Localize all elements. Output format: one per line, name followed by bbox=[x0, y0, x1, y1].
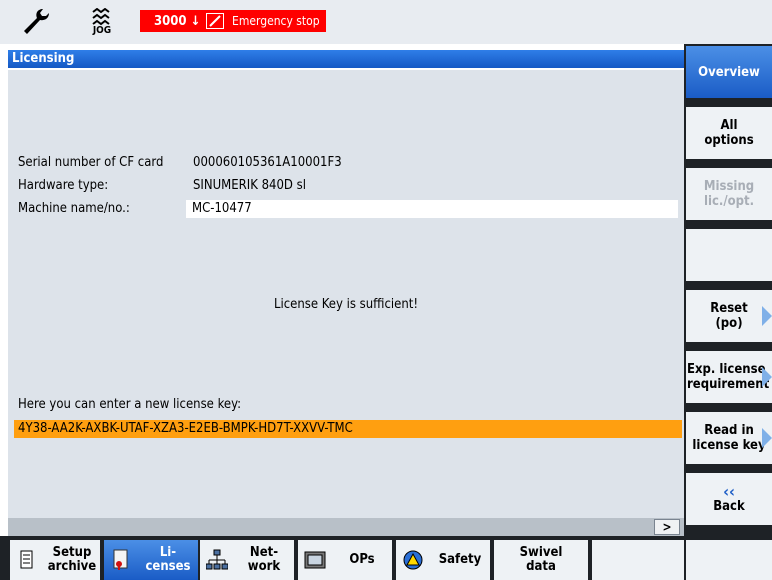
licensing-panel: Serial number of CF card 000060105361A10… bbox=[8, 70, 684, 518]
setup-label-1: Setup bbox=[52, 545, 92, 560]
archive-icon bbox=[16, 549, 38, 571]
licenses-label-1: Li- bbox=[159, 545, 177, 560]
network-icon bbox=[206, 549, 228, 571]
setup-archive-softkey[interactable]: Setup archive bbox=[10, 540, 100, 580]
horizontal-scrollbar[interactable]: > bbox=[8, 518, 684, 536]
status-message: License Key is sufficient! bbox=[273, 297, 419, 312]
alarm-line[interactable]: 3000 ↓ Emergency stop bbox=[140, 10, 480, 32]
reset-label-2: (po) bbox=[715, 316, 743, 331]
licenses-label-2: censes bbox=[145, 559, 191, 574]
machine-row: Machine name/no.: bbox=[18, 200, 188, 218]
operator-panel-icon bbox=[304, 549, 326, 571]
export-label-2: requirement bbox=[687, 377, 770, 392]
setup-label-2: archive bbox=[47, 559, 97, 574]
network-label-1: Net- bbox=[249, 545, 279, 560]
licenses-softkey[interactable]: Li- censes bbox=[104, 540, 198, 580]
safety-icon bbox=[402, 549, 424, 571]
title-bar: Licensing bbox=[8, 50, 684, 68]
license-certificate-icon bbox=[110, 549, 132, 571]
export-license-softkey[interactable]: Exp. license requirement bbox=[686, 351, 772, 403]
read-in-license-softkey[interactable]: Read in license key bbox=[686, 412, 772, 464]
missing-licenses-softkey[interactable]: Missing lic./opt. bbox=[686, 168, 772, 220]
submenu-arrow-icon bbox=[762, 367, 772, 387]
vertical-softkey-bar: Overview All options Missing lic./opt. R… bbox=[684, 44, 772, 536]
mode-label: JOG bbox=[92, 25, 112, 36]
ops-label: OPs bbox=[349, 552, 375, 567]
network-label-2: work bbox=[247, 559, 281, 574]
jog-mode-icon[interactable]: JOG bbox=[72, 2, 132, 42]
serial-value: 000060105361A10001F3 bbox=[193, 155, 342, 170]
safety-label: Safety bbox=[438, 552, 482, 567]
missing-label-1: Missing bbox=[703, 179, 755, 194]
header: JOG 3000 ↓ Emergency stop bbox=[0, 0, 772, 44]
machine-name-field[interactable]: MC-10477 bbox=[186, 200, 678, 218]
missing-label-2: lic./opt. bbox=[703, 194, 755, 209]
acknowledge-icon[interactable] bbox=[206, 13, 225, 29]
ops-softkey[interactable]: OPs bbox=[298, 540, 392, 580]
empty-softkey-4[interactable] bbox=[686, 229, 772, 281]
hardware-value: SINUMERIK 840D sl bbox=[193, 178, 307, 193]
scroll-right-button[interactable]: > bbox=[654, 519, 680, 535]
back-label: Back bbox=[713, 499, 745, 514]
submenu-arrow-icon bbox=[762, 428, 772, 448]
machine-label: Machine name/no.: bbox=[18, 201, 130, 216]
all-options-label-2: options bbox=[704, 133, 754, 148]
hardware-row: Hardware type: SINUMERIK 840D sl bbox=[18, 177, 678, 195]
swivel-label-2: data bbox=[526, 559, 556, 574]
network-softkey[interactable]: Net- work bbox=[200, 540, 294, 580]
swivel-data-softkey[interactable]: Swivel data bbox=[494, 540, 588, 580]
horizontal-softkey-bar: Setup archive Li- censes Net- work OPs S… bbox=[0, 536, 772, 580]
export-label-1: Exp. license bbox=[687, 362, 766, 377]
overview-softkey[interactable]: Overview bbox=[686, 46, 772, 98]
alarm-text: Emergency stop bbox=[232, 10, 326, 32]
empty-softkey-h7[interactable] bbox=[592, 540, 684, 580]
serial-row: Serial number of CF card 000060105361A10… bbox=[18, 154, 678, 172]
overview-label: Overview bbox=[698, 64, 760, 80]
license-key-input[interactable]: 4Y38-AA2K-AXBK-UTAF-XZA3-E2EB-BMPK-HD7T-… bbox=[14, 420, 682, 438]
new-key-label: Here you can enter a new license key: bbox=[18, 397, 242, 412]
wrench-icon[interactable] bbox=[10, 2, 66, 42]
readin-label-1: Read in bbox=[704, 423, 754, 438]
alarm-number: 3000 bbox=[154, 13, 187, 29]
back-icon: ‹‹ bbox=[723, 482, 735, 501]
submenu-arrow-icon bbox=[762, 306, 772, 326]
all-options-label-1: All bbox=[720, 118, 738, 133]
swivel-label-1: Swivel bbox=[519, 545, 563, 560]
alarm-arrow: ↓ bbox=[190, 13, 201, 29]
page-title: Licensing bbox=[8, 50, 684, 68]
alarm-badge: 3000 ↓ bbox=[140, 10, 232, 32]
readin-label-2: license key bbox=[692, 438, 766, 453]
all-options-softkey[interactable]: All options bbox=[686, 107, 772, 159]
serial-label: Serial number of CF card bbox=[18, 155, 164, 170]
empty-softkey-h8[interactable] bbox=[686, 540, 772, 580]
reset-softkey[interactable]: Reset (po) bbox=[686, 290, 772, 342]
back-softkey[interactable]: ‹‹ Back bbox=[686, 473, 772, 525]
reset-label-1: Reset bbox=[710, 301, 748, 316]
hardware-label: Hardware type: bbox=[18, 178, 109, 193]
safety-softkey[interactable]: Safety bbox=[396, 540, 490, 580]
